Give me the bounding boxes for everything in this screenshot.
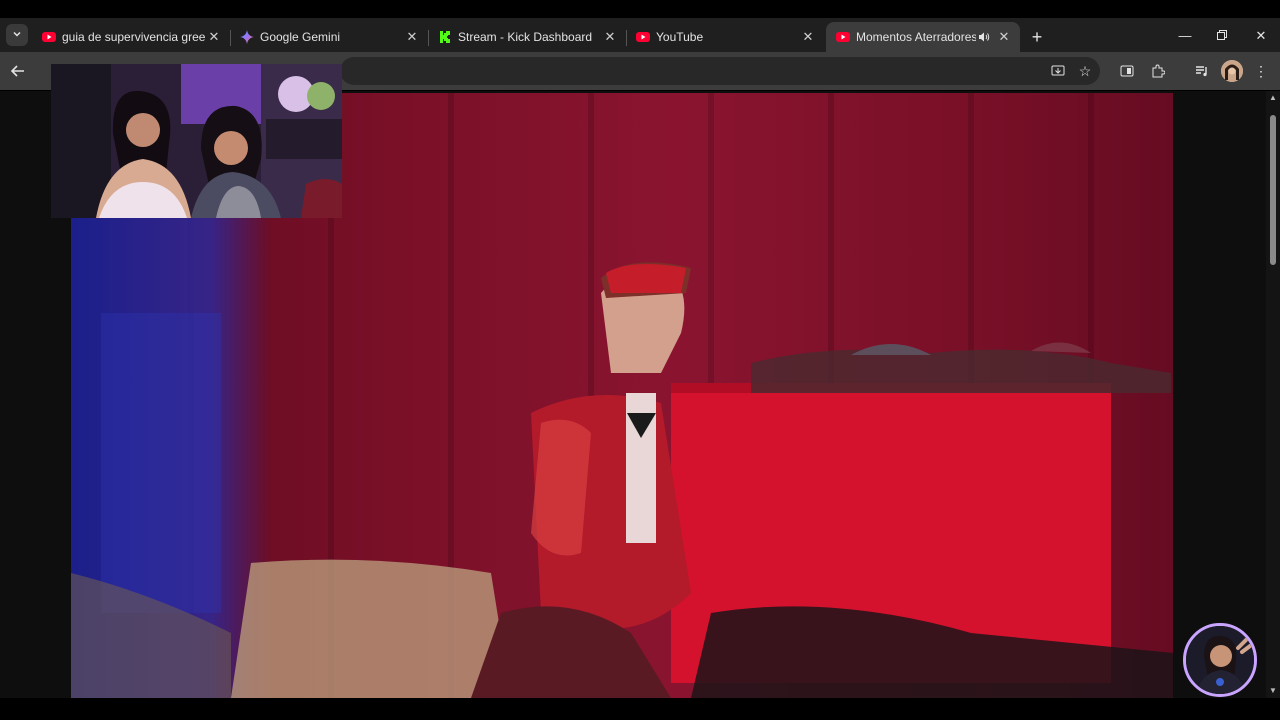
close-icon[interactable]: ✕ [602, 29, 618, 45]
webcam-overlay [51, 64, 342, 218]
tab-title: Stream - Kick Dashboard [458, 30, 593, 44]
media-controls-icon[interactable] [1192, 61, 1212, 81]
webcam-video-image [51, 64, 342, 218]
kick-icon [438, 30, 452, 44]
youtube-icon [836, 30, 850, 44]
screen-top-border [0, 0, 1280, 18]
streamer-avatar-image [1186, 626, 1254, 694]
tab-3[interactable]: Stream - Kick Dashboard ✕ [428, 22, 626, 52]
tab-search-button[interactable] [6, 24, 28, 46]
tab-2[interactable]: Google Gemini ✕ [230, 22, 428, 52]
tab-5-active[interactable]: Momentos Aterradores Tran ✕ [826, 22, 1020, 52]
scroll-down-arrow-icon[interactable]: ▼ [1269, 687, 1277, 695]
address-bar[interactable] [340, 57, 1100, 85]
kebab-menu-icon[interactable]: ⋮ [1251, 61, 1271, 81]
tab-1[interactable]: guia de supervivencia green he ✕ [32, 22, 230, 52]
new-tab-plus-icon[interactable]: + [1028, 28, 1046, 46]
close-icon[interactable]: ✕ [206, 29, 222, 45]
close-icon[interactable]: ✕ [404, 29, 420, 45]
close-window-icon[interactable]: ✕ [1252, 28, 1270, 44]
scroll-up-arrow-icon[interactable]: ▲ [1269, 94, 1277, 102]
close-icon[interactable]: ✕ [996, 29, 1012, 45]
youtube-icon [636, 30, 650, 44]
minimize-icon[interactable]: — [1176, 28, 1194, 44]
tab-title: guia de supervivencia green he [62, 30, 206, 44]
tab-title: Momentos Aterradores Tran [856, 30, 976, 44]
back-arrow-icon[interactable] [8, 61, 28, 81]
tab-title: Google Gemini [260, 30, 341, 44]
extensions-puzzle-icon[interactable] [1148, 61, 1168, 81]
page-scrollbar[interactable]: ▲ ▼ [1266, 91, 1280, 698]
install-app-icon[interactable] [1048, 61, 1068, 81]
youtube-icon [42, 30, 56, 44]
gemini-icon [240, 30, 254, 44]
tab-title: YouTube [656, 30, 704, 44]
speaker-icon[interactable] [976, 29, 992, 45]
bookmark-star-icon[interactable]: ☆ [1075, 61, 1095, 81]
tab-4[interactable]: YouTube ✕ [626, 22, 824, 52]
scrollbar-thumb[interactable] [1270, 115, 1276, 265]
chevron-down-icon [12, 26, 22, 44]
profile-avatar[interactable] [1221, 60, 1243, 82]
streamer-avatar-overlay [1183, 623, 1257, 697]
side-panel-icon[interactable] [1117, 61, 1137, 81]
close-icon[interactable]: ✕ [800, 29, 816, 45]
screen-bottom-border [0, 698, 1280, 720]
tab-strip: guia de supervivencia green he ✕ Google … [0, 18, 1280, 52]
restore-icon[interactable] [1213, 28, 1231, 44]
